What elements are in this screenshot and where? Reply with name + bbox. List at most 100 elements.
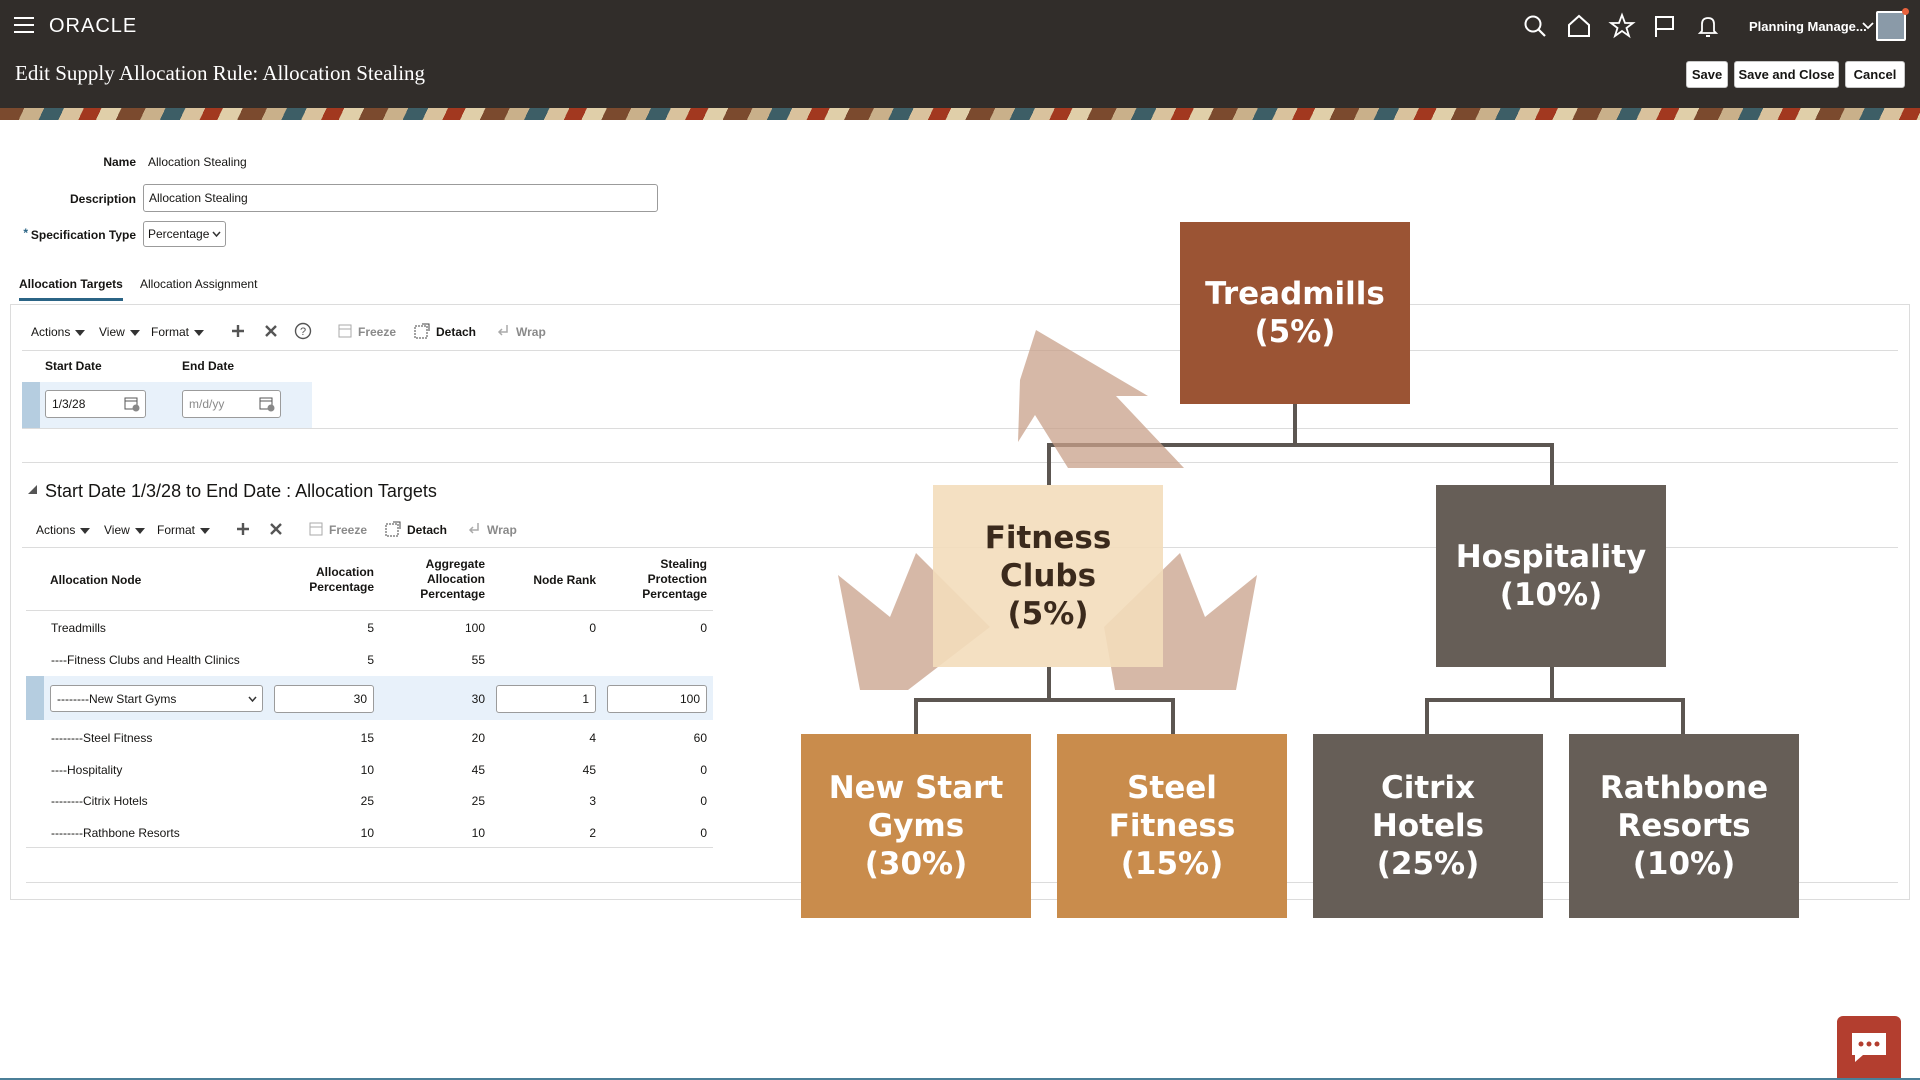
avatar[interactable] — [1876, 8, 1909, 41]
calendar-icon[interactable] — [123, 395, 141, 413]
node-name: Hospitality — [1455, 539, 1647, 575]
page-title: Edit Supply Allocation Rule: Allocation … — [15, 61, 426, 85]
chat-button[interactable] — [1837, 1016, 1901, 1080]
section-title: Start Date 1/3/28 to End Date : Allocati… — [45, 481, 437, 501]
format-menu[interactable]: Format — [157, 523, 211, 537]
allocation-percentage-input[interactable]: 30 — [274, 685, 374, 713]
table-cell-aggregate: 30 — [471, 692, 485, 706]
table-cell-node: --------Citrix Hotels — [51, 794, 148, 808]
allocation-node-header: Allocation Node — [50, 573, 142, 587]
detach-button[interactable]: Detach — [407, 523, 447, 537]
collapse-triangle-icon[interactable] — [27, 484, 38, 495]
node-percent: (25%) — [1376, 846, 1480, 882]
menu-icon[interactable] — [14, 17, 34, 33]
tab-allocation-targets[interactable]: Allocation Targets — [19, 277, 123, 301]
end-date-header: End Date — [182, 359, 235, 373]
user-menu-label[interactable]: Planning Manage... — [1749, 19, 1867, 34]
row-selection-marker — [22, 382, 40, 428]
home-icon[interactable] — [1565, 12, 1593, 40]
save-button[interactable]: Save — [1686, 61, 1728, 88]
calendar-icon[interactable] — [258, 395, 276, 413]
specification-type-select[interactable]: Percentage — [143, 221, 226, 247]
name-label: Name — [103, 155, 136, 169]
node-percent: (5%) — [1007, 596, 1089, 632]
node-rathbone-resorts: Rathbone Resorts (10%) — [1569, 734, 1799, 918]
name-value: Allocation Stealing — [148, 155, 247, 169]
table-cell-node: ----Fitness Clubs and Health Clinics — [51, 653, 240, 667]
view-menu[interactable]: View — [99, 325, 140, 339]
table-cell-rank: 2 — [589, 826, 596, 840]
end-date-input[interactable]: m/d/yy — [182, 390, 281, 418]
add-icon[interactable] — [231, 324, 245, 338]
table-cell-stealing: 0 — [700, 621, 707, 635]
table-cell-alloc: 15 — [360, 731, 374, 745]
allocation-node-select[interactable]: --------New Start Gyms — [50, 685, 263, 712]
actions-menu[interactable]: Actions — [31, 325, 86, 339]
cancel-button[interactable]: Cancel — [1845, 61, 1905, 88]
save-and-close-button[interactable]: Save and Close — [1734, 61, 1839, 88]
svg-text:?: ? — [300, 326, 306, 338]
freeze-button[interactable]: Freeze — [358, 325, 396, 339]
detach-button[interactable]: Detach — [436, 325, 476, 339]
chevron-down-icon[interactable] — [1862, 21, 1874, 31]
table-cell-alloc: 5 — [367, 621, 374, 635]
format-menu-label: Format — [151, 325, 190, 339]
table-cell-stealing: 0 — [700, 763, 707, 777]
start-date-header: Start Date — [45, 359, 102, 373]
allocation-percentage-header: Allocation Percentage — [309, 565, 374, 594]
stealing-protection-input[interactable]: 100 — [607, 685, 707, 713]
detach-icon — [414, 323, 430, 339]
view-menu-label: View — [99, 325, 125, 339]
description-input[interactable]: Allocation Stealing — [143, 184, 658, 212]
node-name: Gyms — [867, 808, 965, 844]
view-menu[interactable]: View — [104, 523, 145, 537]
description-label: Description — [69, 192, 136, 206]
format-menu[interactable]: Format — [151, 325, 205, 339]
node-name: Citrix — [1380, 770, 1476, 806]
wrap-button[interactable]: Wrap — [487, 523, 517, 537]
node-percent: (10%) — [1632, 846, 1736, 882]
node-fitness-clubs: Fitness Clubs (5%) — [933, 485, 1163, 667]
table-cell-node: ----Hospitality — [51, 763, 123, 777]
oracle-logo[interactable]: ORACLE — [49, 15, 137, 38]
table-cell-alloc: 5 — [367, 653, 374, 667]
node-name: Treadmills — [1205, 276, 1385, 312]
favorites-star-icon[interactable] — [1608, 12, 1636, 40]
view-menu-label: View — [104, 523, 130, 537]
divider — [26, 847, 713, 848]
tab-allocation-assignment[interactable]: Allocation Assignment — [140, 277, 257, 291]
start-date-value: 1/3/28 — [52, 397, 86, 411]
row-selection-marker — [26, 676, 44, 720]
node-percent: (30%) — [864, 846, 968, 882]
freeze-icon — [309, 522, 323, 536]
table-cell-aggregate: 20 — [471, 731, 485, 745]
delete-icon[interactable] — [269, 522, 283, 536]
help-icon[interactable]: ? — [294, 322, 312, 340]
node-citrix-hotels: Citrix Hotels (25%) — [1313, 734, 1543, 918]
chevron-down-icon — [212, 231, 221, 238]
node-percent: (15%) — [1120, 846, 1224, 882]
wrap-icon — [497, 325, 508, 336]
flag-icon[interactable] — [1650, 12, 1678, 40]
allocation-node-value: --------New Start Gyms — [57, 692, 177, 706]
divider — [22, 462, 1898, 463]
freeze-icon — [338, 324, 352, 338]
wrap-button[interactable]: Wrap — [516, 325, 546, 339]
delete-icon[interactable] — [264, 324, 278, 338]
actions-menu[interactable]: Actions — [36, 523, 91, 537]
node-percent: (5%) — [1254, 314, 1336, 350]
search-icon[interactable] — [1521, 12, 1549, 40]
node-name: New Start — [828, 770, 1004, 806]
notifications-bell-icon[interactable] — [1694, 12, 1722, 40]
chevron-down-icon — [248, 696, 257, 703]
freeze-button[interactable]: Freeze — [329, 523, 367, 537]
actions-menu-label: Actions — [31, 325, 71, 339]
table-cell-stealing: 60 — [693, 731, 707, 745]
node-rank-input[interactable]: 1 — [496, 685, 596, 713]
start-date-input[interactable]: 1/3/28 — [45, 390, 146, 418]
node-hospitality: Hospitality (10%) — [1436, 485, 1666, 667]
add-icon[interactable] — [236, 522, 250, 536]
table-cell-aggregate: 45 — [471, 763, 485, 777]
table-cell-alloc: 25 — [360, 794, 374, 808]
table-cell-rank: 3 — [589, 794, 596, 808]
